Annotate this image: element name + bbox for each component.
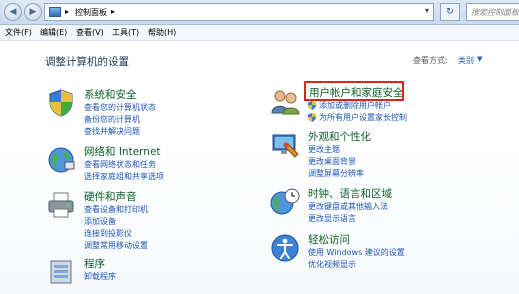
link-find-fix-problems[interactable]: 查找并解决问题 (84, 126, 140, 137)
uac-shield-icon (308, 113, 316, 122)
clock-globe-icon (270, 188, 300, 215)
category-heading-programs[interactable]: 程序 (84, 256, 105, 271)
uac-shield-icon (308, 101, 316, 110)
forward-arrow-icon: ▶ (29, 7, 37, 17)
link-backup-computer[interactable]: 备份您的计算机 (84, 114, 140, 125)
highlight-box (304, 81, 404, 101)
link-optimize-visual-display[interactable]: 优化视频显示 (308, 259, 356, 270)
category-heading-clock-language[interactable]: 时钟、语言和区域 (308, 186, 392, 201)
refresh-icon: ↻ (446, 7, 454, 17)
link-parental-controls[interactable]: 为所有用户设置家长控制 (319, 112, 407, 123)
menu-view[interactable]: 查看(V) (76, 27, 104, 38)
main-content: 调整计算机的设置 查看方式: 类别 ▼ 系统和安全 查看您的计算机状态 备份您的… (0, 41, 519, 294)
link-recommended-settings[interactable]: 使用 Windows 建议的设置 (308, 247, 405, 258)
menu-bar: 文件(F) 编辑(E) 查看(V) 工具(T) 帮助(H) (0, 25, 519, 41)
category-heading-ease-of-access[interactable]: 轻松访问 (308, 232, 350, 247)
breadcrumb-separator-icon: ▸ (65, 7, 70, 16)
link-mobility-settings[interactable]: 调整常用移动设置 (84, 240, 148, 251)
programs-icon (50, 260, 72, 284)
search-input[interactable]: 搜索控制面板 (466, 3, 519, 21)
menu-file[interactable]: 文件(F) (5, 27, 32, 38)
address-bar: ◀ ▶ ▸ 控制面板 ▸ ▾ ↻ 搜索控制面板 (0, 0, 519, 25)
link-change-input-method[interactable]: 更改键盘或其他输入法 (308, 201, 388, 212)
link-connect-projector[interactable]: 连接到投影仪 (84, 228, 132, 239)
users-icon (271, 90, 300, 115)
link-uninstall-program[interactable]: 卸载程序 (84, 271, 116, 282)
category-heading-appearance[interactable]: 外观和个性化 (308, 129, 371, 144)
menu-tools[interactable]: 工具(T) (112, 27, 139, 38)
breadcrumb-control-panel[interactable]: 控制面板 (75, 7, 107, 18)
view-by-label: 查看方式: (413, 56, 448, 65)
category-heading-hardware-sound[interactable]: 硬件和声音 (84, 189, 137, 204)
printer-icon (48, 192, 74, 218)
back-button[interactable]: ◀ (4, 3, 22, 21)
page-title: 调整计算机的设置 (45, 56, 129, 68)
address-dropdown-icon[interactable]: ▾ (425, 6, 429, 15)
link-add-device[interactable]: 添加设备 (84, 216, 116, 227)
link-view-devices-printers[interactable]: 查看设备和打印机 (84, 204, 148, 215)
forward-button[interactable]: ▶ (24, 3, 42, 21)
link-change-display-language[interactable]: 更改显示语言 (308, 213, 356, 224)
link-add-remove-accounts[interactable]: 添加或删除用户帐户 (319, 100, 391, 111)
view-by-chevron-icon[interactable]: ▼ (477, 55, 482, 63)
ease-of-access-icon (271, 234, 299, 262)
link-change-theme[interactable]: 更改主题 (308, 144, 340, 155)
link-view-computer-status[interactable]: 查看您的计算机状态 (84, 102, 156, 113)
appearance-icon (272, 134, 299, 158)
refresh-button[interactable]: ↻ (440, 3, 460, 21)
link-change-desktop-background[interactable]: 更改桌面背景 (308, 156, 356, 167)
category-heading-system-security[interactable]: 系统和安全 (84, 87, 137, 102)
breadcrumb-chevron-icon[interactable]: ▸ (111, 7, 115, 16)
control-panel-icon (49, 7, 61, 17)
system-security-icon (49, 89, 73, 117)
menu-edit[interactable]: 编辑(E) (40, 27, 67, 38)
link-homegroup-sharing[interactable]: 选择家庭组和共享选项 (84, 171, 164, 182)
address-box[interactable]: ▸ 控制面板 ▸ ▾ (44, 3, 434, 21)
search-placeholder: 搜索控制面板 (471, 8, 519, 17)
category-heading-network-internet[interactable]: 网络和 Internet (84, 144, 161, 159)
back-arrow-icon: ◀ (9, 7, 17, 17)
view-by-dropdown[interactable]: 类别 (458, 55, 474, 66)
network-globe-icon (48, 147, 75, 173)
link-adjust-resolution[interactable]: 调整屏幕分辨率 (308, 168, 364, 179)
link-view-network-status[interactable]: 查看网络状态和任务 (84, 159, 156, 170)
menu-help[interactable]: 帮助(H) (148, 27, 176, 38)
